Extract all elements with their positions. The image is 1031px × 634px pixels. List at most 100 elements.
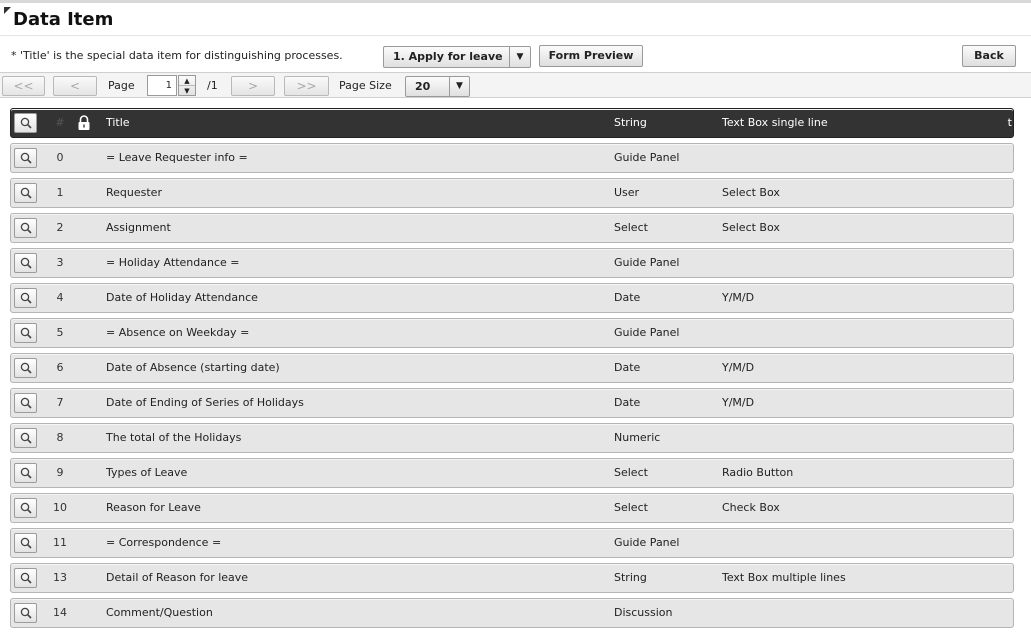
header-num: # [55,116,65,129]
row-number: 13 [53,571,67,584]
row-title: Requester [106,186,162,199]
search-icon[interactable] [14,603,37,623]
table-row[interactable]: 7 Date of Ending of Series of Holidays Dat… [10,388,1014,418]
row-type: Guide Panel [614,151,680,164]
table-row[interactable]: 5 = Absence on Weekday = Guide Panel [10,318,1014,348]
row-type: Guide Panel [614,256,680,269]
row-number: 9 [56,466,64,479]
row-number: 7 [56,396,64,409]
header-title[interactable]: Title [106,109,130,137]
row-number: 1 [56,186,64,199]
table-row[interactable]: 11 = Correspondence = Guide Panel [10,528,1014,558]
row-title: Reason for Leave [106,501,201,514]
process-select[interactable]: 1. Apply for leave ▼ [383,46,531,68]
row-type: Date [614,361,641,374]
header-trailing-text: t [1007,116,1012,129]
row-ui-type: Y/M/D [722,361,755,374]
row-type: Select [614,221,648,234]
first-page-button[interactable]: << [2,76,45,96]
search-icon[interactable] [14,463,37,483]
row-type: Select [614,466,648,479]
search-icon[interactable] [14,113,37,133]
search-icon[interactable] [14,148,37,168]
spinner-down-icon[interactable]: ▼ [179,86,195,96]
table-row[interactable]: 1 Requester User Select Box [10,178,1014,208]
process-select-value: 1. Apply for leave [393,50,503,63]
page-title: Data Item [13,9,114,30]
table-row[interactable]: 6 Date of Absence (starting date) Date Y/M/… [10,353,1014,383]
row-title: Date of Holiday Attendance [106,291,258,304]
search-icon[interactable] [14,358,37,378]
row-number: 3 [56,256,64,269]
search-icon[interactable] [14,498,37,518]
chevron-down-icon: ▼ [509,47,530,67]
row-title: = Absence on Weekday = [106,326,250,339]
page-number-input[interactable]: 1 [147,75,177,96]
row-number: 14 [53,606,67,619]
prev-page-button[interactable]: < [53,76,97,96]
search-icon[interactable] [14,393,37,413]
row-ui-type: Select Box [722,221,780,234]
search-icon[interactable] [14,218,37,238]
lock-icon [77,115,91,131]
page-size-select[interactable]: 20 ▼ [405,76,470,97]
row-ui-type: Text Box multiple lines [722,571,846,584]
row-number: 4 [56,291,64,304]
row-title: = Correspondence = [106,536,222,549]
row-title: Assignment [106,221,171,234]
table-row[interactable]: 4 Date of Holiday Attendance Date Y/M/D [10,283,1014,313]
table-header-row: # Title String Text Box single line t [10,108,1014,138]
search-icon[interactable] [14,568,37,588]
table-row[interactable]: 13 Detail of Reason for leave String Text B… [10,563,1014,593]
search-icon[interactable] [14,323,37,343]
row-title: = Leave Requester info = [106,151,248,164]
table-row[interactable]: 8 The total of the Holidays Numeric [10,423,1014,453]
row-type: Date [614,396,641,409]
search-icon[interactable] [14,288,37,308]
row-title: Detail of Reason for leave [106,571,249,584]
pager-bar: << < Page 1 ▲ ▼ /1 > >> Page Size 20 ▼ [0,72,1031,98]
page-spinner[interactable]: ▲ ▼ [178,75,196,96]
form-preview-button[interactable]: Form Preview [539,45,643,67]
row-type: Discussion [614,606,673,619]
row-title: Date of Ending of Series of Holidays [106,396,304,409]
search-icon[interactable] [14,253,37,273]
data-item-table: # Title String Text Box single line t 0 =… [10,108,1014,633]
table-row[interactable]: 10 Reason for Leave Select Check Box [10,493,1014,523]
row-title: The total of the Holidays [106,431,242,444]
row-type: Select [614,501,648,514]
table-row[interactable]: 0 = Leave Requester info = Guide Panel [10,143,1014,173]
row-title: Comment/Question [106,606,213,619]
chevron-down-icon: ▼ [449,77,469,96]
row-number: 2 [56,221,64,234]
corner-marker-icon [4,7,11,14]
last-page-button[interactable]: >> [284,76,329,96]
table-row[interactable]: 2 Assignment Select Select Box [10,213,1014,243]
row-number: 10 [53,501,67,514]
back-button[interactable]: Back [962,45,1016,67]
title-note: * 'Title' is the special data item for d… [11,49,343,62]
spinner-up-icon[interactable]: ▲ [179,76,195,86]
header-ui[interactable]: Text Box single line [722,109,828,137]
row-number: 11 [53,536,67,549]
row-number: 5 [56,326,64,339]
table-row[interactable]: 9 Types of Leave Select Radio Button [10,458,1014,488]
table-row[interactable]: 3 = Holiday Attendance = Guide Panel [10,248,1014,278]
row-type: Numeric [614,431,661,444]
row-number: 8 [56,431,64,444]
row-title: = Holiday Attendance = [106,256,240,269]
header-type[interactable]: String [614,109,647,137]
row-ui-type: Y/M/D [722,291,755,304]
row-number: 6 [56,361,64,374]
row-type: String [614,571,647,584]
next-page-button[interactable]: > [231,76,275,96]
table-row[interactable]: 14 Comment/Question Discussion [10,598,1014,628]
search-icon[interactable] [14,533,37,553]
page-size-label: Page Size [339,79,392,92]
search-icon[interactable] [14,428,37,448]
search-icon[interactable] [14,183,37,203]
row-type: Guide Panel [614,536,680,549]
row-ui-type: Check Box [722,501,780,514]
row-number: 0 [56,151,64,164]
row-type: Date [614,291,641,304]
